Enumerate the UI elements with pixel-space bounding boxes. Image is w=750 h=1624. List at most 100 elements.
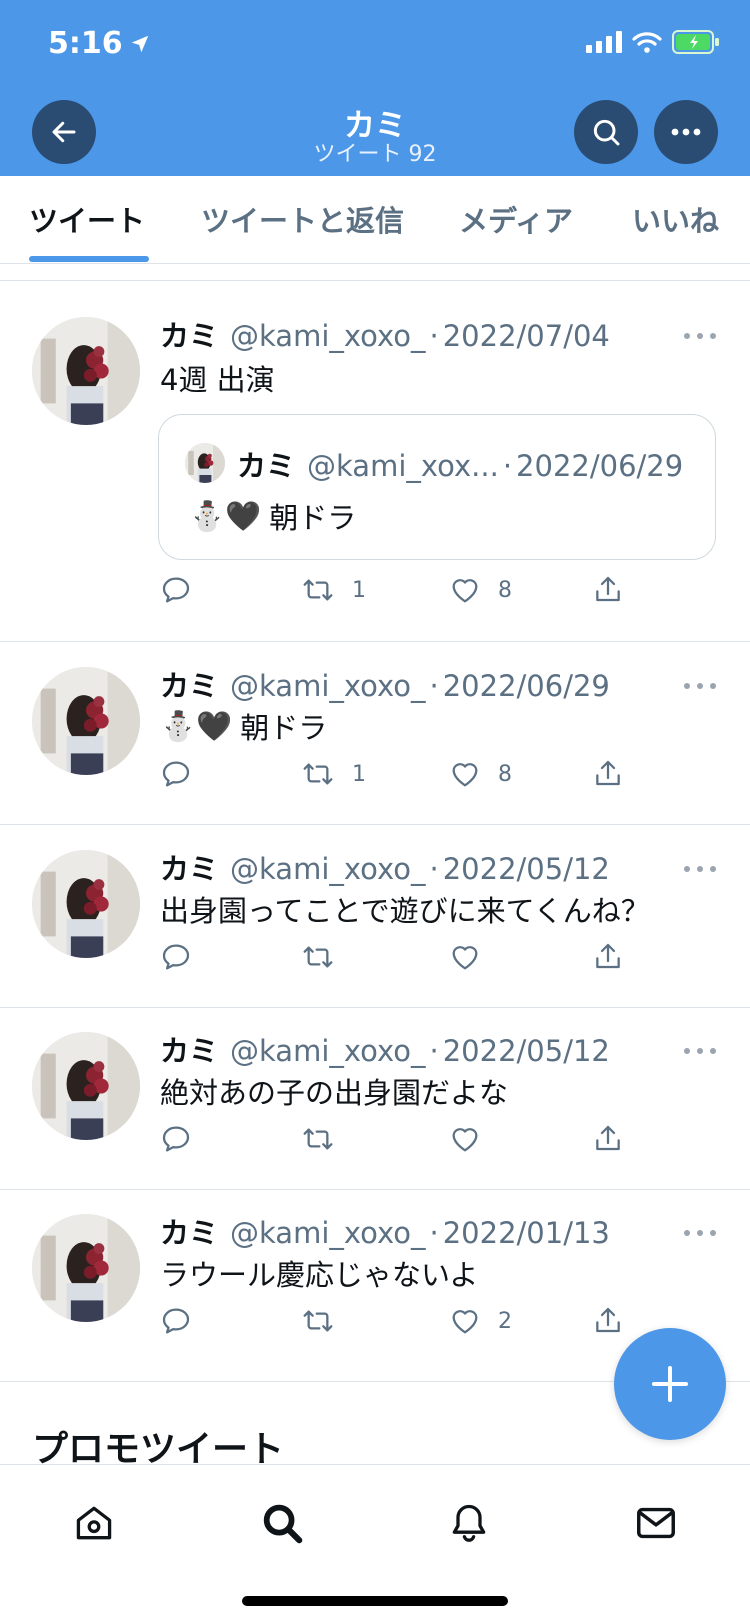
avatar[interactable]: [32, 317, 140, 425]
wifi-icon: [632, 32, 662, 53]
signal-icon: [586, 31, 622, 53]
reply-button[interactable]: [160, 941, 192, 973]
like-button[interactable]: 2: [448, 1305, 512, 1337]
tweet-item[interactable]: カミ @kami_xoxo_ · 2022/06/29 ⛄🖤 朝ドラ 1 8: [0, 643, 750, 825]
tweet-item[interactable]: カミ @kami_xoxo_ · 2022/05/12 絶対あの子の出身園だよな: [0, 1008, 750, 1190]
nav-messages[interactable]: [626, 1493, 686, 1553]
author-handle[interactable]: @kami_xoxo_: [230, 319, 426, 353]
avatar[interactable]: [32, 667, 140, 775]
retweet-button[interactable]: [300, 941, 336, 973]
author-handle[interactable]: @kami_xoxo_: [230, 669, 426, 703]
author-name[interactable]: カミ: [160, 1210, 218, 1252]
share-icon: [592, 941, 624, 973]
search-icon: [263, 1504, 303, 1544]
like-button[interactable]: 8: [448, 758, 512, 790]
more-button[interactable]: [654, 100, 718, 164]
tab-likes[interactable]: いいね: [632, 198, 719, 240]
heart-icon: [448, 1123, 482, 1155]
share-icon: [592, 574, 624, 606]
like-button[interactable]: 8: [448, 574, 512, 606]
search-button[interactable]: [574, 100, 638, 164]
tweet-more-button[interactable]: [684, 1228, 716, 1238]
tweet-actions: 1 8: [160, 574, 630, 614]
author-name[interactable]: カミ: [160, 846, 218, 888]
separator-dot: ·: [429, 319, 439, 353]
tweet-more-button[interactable]: [684, 681, 716, 691]
tweet-more-button[interactable]: [684, 331, 716, 341]
home-indicator: [242, 1596, 508, 1606]
retweet-button[interactable]: [300, 1123, 336, 1155]
location-icon: [131, 35, 148, 52]
author-handle[interactable]: @kami_xoxo_: [230, 1216, 426, 1250]
reply-icon: [160, 574, 192, 606]
tweet-text: ⛄🖤 朝ドラ: [160, 705, 327, 747]
tweet-actions: [160, 941, 630, 981]
tab-media[interactable]: メディア: [459, 198, 573, 240]
author-name[interactable]: カミ: [160, 1028, 218, 1070]
compose-tweet-button[interactable]: [614, 1328, 726, 1440]
reply-button[interactable]: [160, 574, 192, 606]
tweet-date[interactable]: 2022/06/29: [443, 669, 610, 703]
reply-button[interactable]: [160, 1123, 192, 1155]
nav-home[interactable]: [64, 1493, 124, 1553]
retweet-button[interactable]: [300, 1305, 336, 1337]
share-button[interactable]: [592, 758, 624, 790]
quote-text: ⛄🖤 朝ドラ: [189, 495, 356, 537]
quote-author-name: カミ: [237, 449, 296, 483]
author-handle[interactable]: @kami_xoxo_: [230, 1034, 426, 1068]
heart-icon: [448, 758, 482, 790]
tweet-more-button[interactable]: [684, 1046, 716, 1056]
tweet-date[interactable]: 2022/05/12: [443, 1034, 610, 1068]
retweet-button[interactable]: 1: [300, 758, 366, 790]
separator-dot: ·: [429, 669, 439, 703]
tweet-actions: 1 8: [160, 758, 630, 798]
quoted-tweet[interactable]: カミ @kami_xox... · 2022/06/29 ⛄🖤 朝ドラ: [158, 414, 716, 560]
retweet-icon: [300, 1305, 336, 1337]
tweet-count: ツイート 92: [313, 142, 437, 167]
tweet-more-button[interactable]: [684, 864, 716, 874]
reply-button[interactable]: [160, 1305, 192, 1337]
retweet-button[interactable]: 1: [300, 574, 366, 606]
share-button[interactable]: [592, 1305, 624, 1337]
nav-search[interactable]: [252, 1493, 312, 1553]
avatar[interactable]: [32, 1032, 140, 1140]
separator-dot: ·: [429, 1216, 439, 1250]
quote-author-handle: @kami_xox...: [307, 449, 499, 483]
tweet-item[interactable]: カミ @kami_xoxo_ · 2022/07/04 4週 出演 カミ @ka…: [0, 281, 750, 642]
quote-header: カミ @kami_xox... · 2022/06/29: [237, 443, 683, 485]
tweet-date[interactable]: 2022/07/04: [443, 319, 610, 353]
tweet-text: 出身園ってことで遊びに来てくんね？: [160, 894, 650, 928]
tweet-actions: [160, 1123, 630, 1163]
author-name[interactable]: カミ: [160, 313, 218, 355]
author-name[interactable]: カミ: [160, 663, 218, 705]
tweet-header: カミ @kami_xoxo_ · 2022/07/04: [160, 313, 610, 355]
profile-tabs: ツイート ツイートと返信 メディア いいね: [0, 176, 750, 264]
share-icon: [592, 1123, 624, 1155]
like-button[interactable]: [448, 941, 482, 973]
tweet-item[interactable]: カミ @kami_xoxo_ · 2022/05/12 出身園ってことで遊びに来…: [0, 826, 750, 1008]
retweet-icon: [300, 574, 336, 606]
heart-icon: [448, 574, 482, 606]
retweet-count: 1: [352, 577, 366, 603]
tweet-date[interactable]: 2022/05/12: [443, 852, 610, 886]
share-button[interactable]: [592, 574, 624, 606]
like-button[interactable]: [448, 1123, 482, 1155]
share-button[interactable]: [592, 1123, 624, 1155]
author-handle[interactable]: @kami_xoxo_: [230, 852, 426, 886]
share-button[interactable]: [592, 941, 624, 973]
avatar[interactable]: [32, 850, 140, 958]
tab-tweets[interactable]: ツイート: [29, 198, 145, 240]
tweet-date[interactable]: 2022/01/13: [443, 1216, 610, 1250]
reply-button[interactable]: [160, 758, 192, 790]
retweet-icon: [300, 758, 336, 790]
reply-icon: [160, 941, 192, 973]
heart-icon: [448, 941, 482, 973]
plus-icon: [652, 1366, 688, 1402]
tweet-header: カミ @kami_xoxo_ · 2022/01/13: [160, 1210, 610, 1252]
tweet-header: カミ @kami_xoxo_ · 2022/05/12: [160, 846, 610, 888]
tab-tweets-and-replies[interactable]: ツイートと返信: [201, 198, 404, 240]
avatar[interactable]: [32, 1214, 140, 1322]
tweet-text: ラウール慶応じゃないよ: [160, 1258, 479, 1292]
retweet-icon: [300, 1123, 336, 1155]
nav-notifications[interactable]: [439, 1493, 499, 1553]
